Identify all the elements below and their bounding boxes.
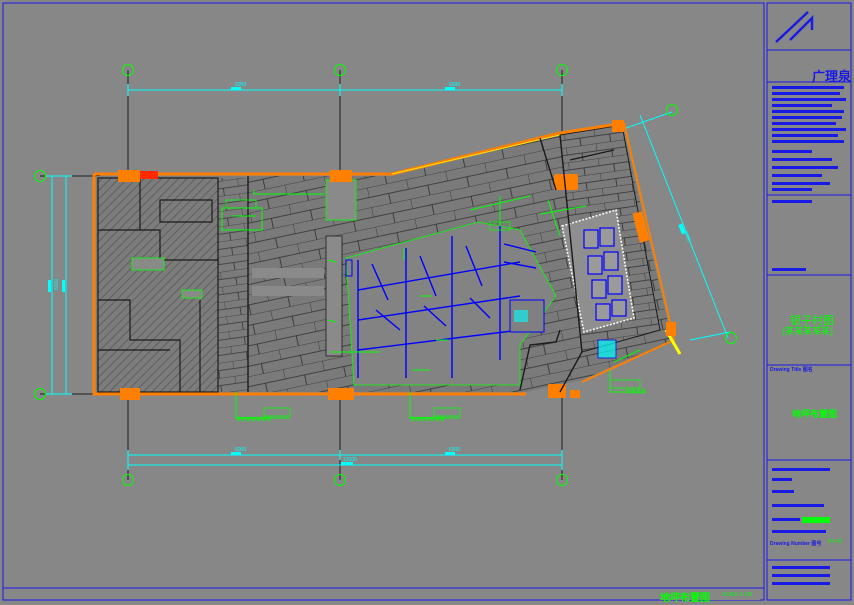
company-logo-text: 广理泉 (812, 69, 852, 84)
drawing-number-label: Drawing Number 图号 (770, 541, 822, 547)
floor-plan (92, 120, 682, 419)
callout-text: 某某某某某某某 (410, 417, 446, 423)
floor-plan-drawing: 6000 6000 6000 6000 12000 6000 6000 (2, 2, 852, 601)
drawing-title: 地坪布置图 (792, 409, 838, 419)
footer-scale: SCALE 1:100 (722, 592, 753, 598)
dim-top-1: 6000 (235, 82, 246, 88)
dim-diagonal: 6000 (682, 231, 692, 244)
footer-title: 地坪布置图 (660, 593, 710, 604)
dim-left: 6000 (54, 279, 60, 290)
drawing-title-label: Drawing Title 图名 (770, 367, 813, 373)
revision-mark (802, 517, 830, 523)
axis-circle (666, 104, 678, 116)
dim-bottom-total: 12000 (343, 457, 357, 463)
axis-circle (725, 332, 737, 344)
callout-text: 某某某某某某某 (236, 417, 272, 423)
dim-bottom-2: 6000 (449, 447, 460, 453)
project-subtitle: (某某某某某) (782, 326, 833, 336)
callout-text: 某某某某 (626, 389, 647, 395)
red-marker (140, 171, 158, 179)
drawing-number: PF-00 (828, 539, 842, 545)
dim-bottom-1: 6000 (235, 447, 246, 453)
dim-top-2: 6000 (449, 82, 460, 88)
title-block (766, 2, 852, 601)
